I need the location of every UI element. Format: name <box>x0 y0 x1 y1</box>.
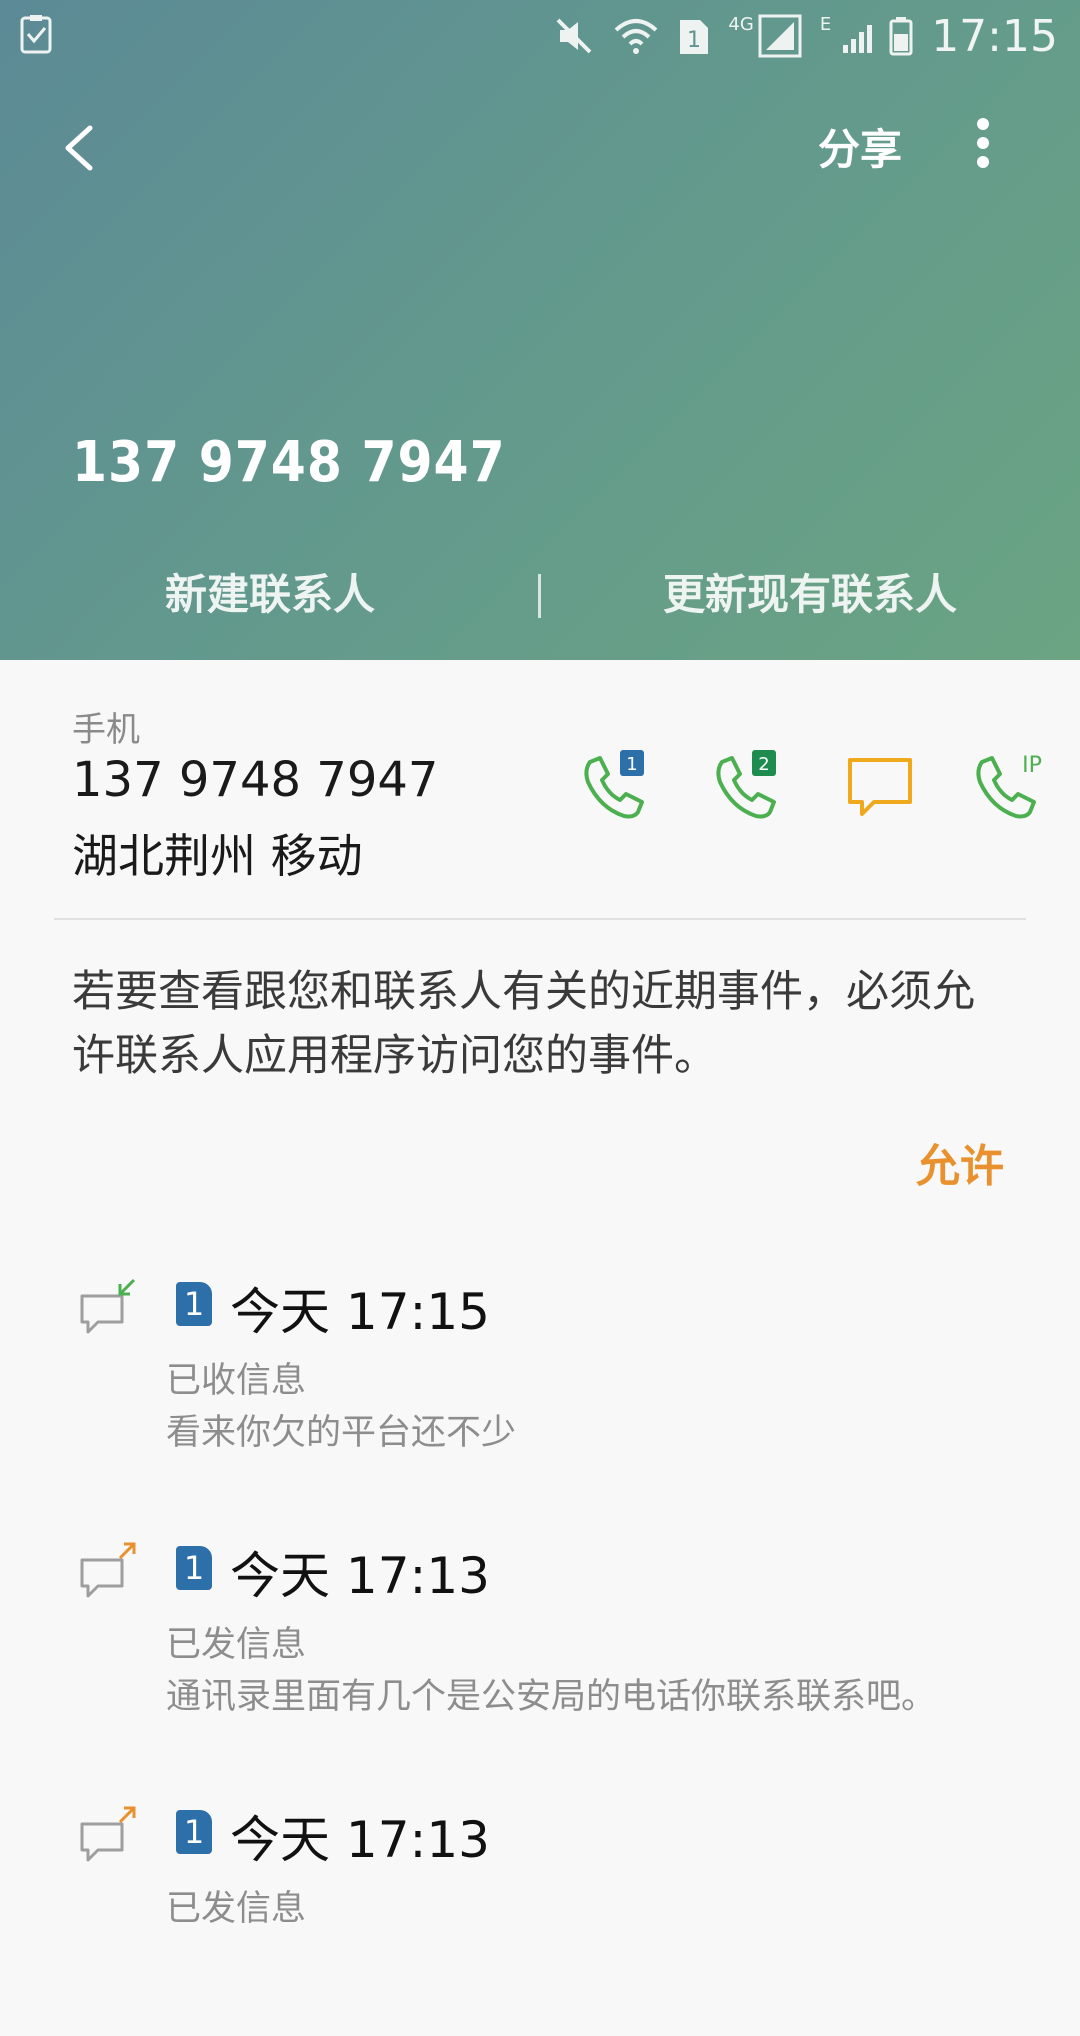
signal-strength-icon <box>758 14 802 58</box>
status-time: 17:15 <box>931 10 1058 62</box>
toolbar: 分享 <box>0 100 1080 200</box>
sim-badge: 1 <box>176 1282 212 1326</box>
network-4g-label: 4G <box>728 14 754 35</box>
header-phone-number: 137 9748 7947 <box>72 430 506 495</box>
allow-button[interactable]: 允许 <box>916 1130 1004 1194</box>
sim-badge: 1 <box>176 1810 212 1854</box>
log-item-sent[interactable]: 1 今天 17:13 已发信息 <box>0 1796 1080 2036</box>
message-bubble-icon <box>848 758 912 816</box>
svg-text:2: 2 <box>758 754 769 775</box>
more-vertical-icon <box>977 118 989 168</box>
ip-call-button[interactable]: IP <box>974 750 1050 826</box>
log-item-received[interactable]: 1 今天 17:15 已收信息 看来你欠的平台还不少 <box>0 1268 1080 1508</box>
network-e-label: E <box>819 14 832 35</box>
new-contact-button[interactable]: 新建联系人 <box>0 560 540 630</box>
log-message: 通讯录里面有几个是公安局的电话你联系联系吧。 <box>166 1677 937 1717</box>
task-check-icon <box>20 14 54 54</box>
detail-separator <box>54 918 1026 920</box>
mute-icon <box>554 16 594 56</box>
back-button[interactable] <box>52 118 112 178</box>
incoming-message-icon <box>78 1278 138 1338</box>
chevron-left-icon <box>65 125 93 171</box>
log-message: 看来你欠的平台还不少 <box>166 1413 517 1453</box>
phone-sim1-icon: 1 <box>584 750 644 819</box>
phone-location: 湖北荆州 移动 <box>72 829 363 883</box>
log-time: 今天 17:15 <box>230 1283 490 1341</box>
log-item-sent[interactable]: 1 今天 17:13 已发信息 通讯录里面有几个是公安局的电话你联系联系吧。 <box>0 1532 1080 1772</box>
log-type: 已发信息 <box>166 1889 307 1929</box>
detail-phone-number[interactable]: 137 9748 7947 <box>72 752 438 808</box>
phone-ip-icon: IP <box>976 753 1042 819</box>
call-sim1-button[interactable]: 1 <box>576 750 652 826</box>
sim-1-status-icon: 1 <box>678 16 710 56</box>
svg-text:1: 1 <box>626 754 637 775</box>
sim-badge: 1 <box>176 1546 212 1590</box>
contact-header: 1 4G E 17:15 分享 137 9748 7947 新建联系人 更新现有… <box>0 0 1080 660</box>
log-time: 今天 17:13 <box>230 1811 490 1869</box>
share-button[interactable]: 分享 <box>818 116 902 177</box>
battery-icon <box>889 16 913 56</box>
more-options-button[interactable] <box>968 116 998 176</box>
status-bar: 1 4G E 17:15 <box>0 0 1080 72</box>
call-sim2-button[interactable]: 2 <box>708 750 784 826</box>
phone-type-label: 手机 <box>72 710 140 750</box>
header-actions: 新建联系人 更新现有联系人 <box>0 560 1080 630</box>
phone-sim2-icon: 2 <box>716 750 776 819</box>
status-icons: 1 4G E 17:15 <box>536 8 1058 64</box>
events-permission-notice: 若要查看跟您和联系人有关的近期事件，必须允许联系人应用程序访问您的事件。 <box>72 967 975 1081</box>
message-button[interactable] <box>844 750 920 826</box>
signal-bars-icon <box>841 17 879 55</box>
svg-text:IP: IP <box>1022 753 1042 778</box>
svg-text:1: 1 <box>687 28 701 53</box>
update-contact-button[interactable]: 更新现有联系人 <box>540 560 1080 630</box>
outgoing-message-icon <box>78 1542 138 1602</box>
wifi-icon <box>612 16 660 56</box>
log-type: 已收信息 <box>166 1361 307 1401</box>
outgoing-message-icon <box>78 1806 138 1866</box>
log-time: 今天 17:13 <box>230 1547 490 1605</box>
log-type: 已发信息 <box>166 1625 307 1665</box>
